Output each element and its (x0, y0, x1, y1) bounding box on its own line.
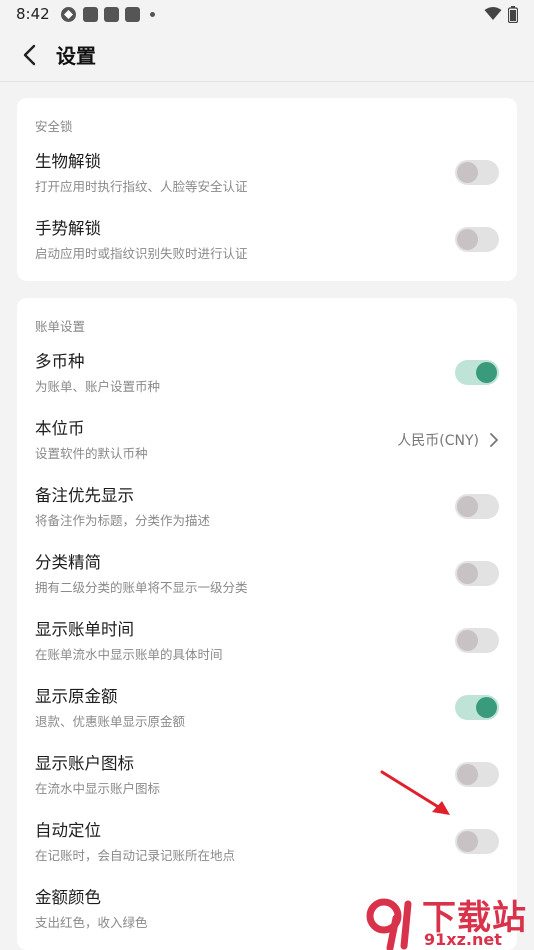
setting-subtitle: 将备注作为标题，分类作为描述 (35, 512, 211, 528)
status-notification-icons (60, 6, 155, 23)
setting-title: 备注优先显示 (35, 485, 134, 505)
setting-title: 多币种 (35, 351, 85, 371)
setting-row-biometric-unlock[interactable]: 生物解锁 打开应用时执行指纹、人脸等安全认证 (17, 139, 517, 206)
base-currency-value: 人民币(CNY) (397, 432, 479, 449)
show-account-icon-toggle[interactable] (455, 762, 499, 787)
chevron-right-icon (490, 432, 498, 447)
note-first-toggle[interactable] (455, 494, 499, 519)
setting-title: 生物解锁 (35, 151, 101, 171)
watermark: 下载站 91xz.net (360, 890, 530, 950)
show-original-amount-toggle[interactable] (455, 695, 499, 720)
setting-title: 自动定位 (35, 820, 101, 840)
wifi-icon (484, 7, 502, 20)
setting-row-multi-currency[interactable]: 多币种 为账单、账户设置币种 (17, 339, 517, 406)
app-bar: 设置 (0, 28, 534, 82)
setting-row-category-simplify[interactable]: 分类精简 拥有二级分类的账单将不显示一级分类 (17, 540, 517, 607)
setting-subtitle: 打开应用时执行指纹、人脸等安全认证 (35, 178, 248, 194)
setting-row-show-bill-time[interactable]: 显示账单时间 在账单流水中显示账单的具体时间 (17, 607, 517, 674)
setting-subtitle: 启动应用时或指纹识别失败时进行认证 (35, 245, 248, 261)
vpn-icon (60, 6, 76, 22)
security-lock-card: 安全锁 生物解锁 打开应用时执行指纹、人脸等安全认证 手势解锁 启动应用时或指纹… (17, 98, 517, 281)
setting-row-show-original-amount[interactable]: 显示原金额 退款、优惠账单显示原金额 (17, 674, 517, 741)
status-system-icons (484, 5, 518, 23)
setting-title: 显示原金额 (35, 686, 118, 706)
more-notifications-icon (149, 11, 155, 17)
battery-icon (508, 5, 518, 23)
status-bar: 8:42 (0, 0, 534, 28)
setting-subtitle: 在记账时，会自动记录记账所在地点 (35, 847, 236, 863)
bill-settings-card: 账单设置 多币种 为账单、账户设置币种 本位币 设置软件的默认币种 人民币(CN… (17, 298, 517, 950)
notification-icon (82, 6, 98, 22)
watermark-url: 91xz.net (424, 930, 502, 949)
setting-subtitle: 拥有二级分类的账单将不显示一级分类 (35, 579, 248, 595)
status-time: 8:42 (16, 5, 50, 23)
section-title: 安全锁 (35, 119, 73, 134)
notification-icon (124, 6, 140, 22)
setting-row-gesture-unlock[interactable]: 手势解锁 启动应用时或指纹识别失败时进行认证 (17, 206, 517, 273)
page-title: 设置 (56, 44, 96, 68)
back-arrow-icon (23, 44, 36, 65)
setting-subtitle: 在账单流水中显示账单的具体时间 (35, 646, 223, 662)
watermark-logo-icon (366, 898, 412, 950)
setting-subtitle: 退款、优惠账单显示原金额 (35, 713, 186, 729)
biometric-unlock-toggle[interactable] (455, 160, 499, 185)
setting-title: 显示账单时间 (35, 619, 134, 639)
multi-currency-toggle[interactable] (455, 360, 499, 385)
setting-row-note-first[interactable]: 备注优先显示 将备注作为标题，分类作为描述 (17, 473, 517, 540)
setting-row-base-currency[interactable]: 本位币 设置软件的默认币种 人民币(CNY) (17, 406, 517, 473)
back-button[interactable] (14, 40, 44, 70)
gesture-unlock-toggle[interactable] (455, 227, 499, 252)
auto-location-toggle[interactable] (455, 829, 499, 854)
setting-subtitle: 设置软件的默认币种 (35, 445, 148, 461)
notification-icon (103, 6, 119, 22)
setting-title: 分类精简 (35, 552, 101, 572)
section-title: 账单设置 (35, 319, 86, 334)
category-simplify-toggle[interactable] (455, 561, 499, 586)
show-bill-time-toggle[interactable] (455, 628, 499, 653)
setting-title: 本位币 (35, 418, 85, 438)
annotation-arrow-icon (380, 770, 450, 815)
setting-title: 手势解锁 (35, 218, 101, 238)
setting-subtitle: 为账单、账户设置币种 (35, 378, 161, 394)
